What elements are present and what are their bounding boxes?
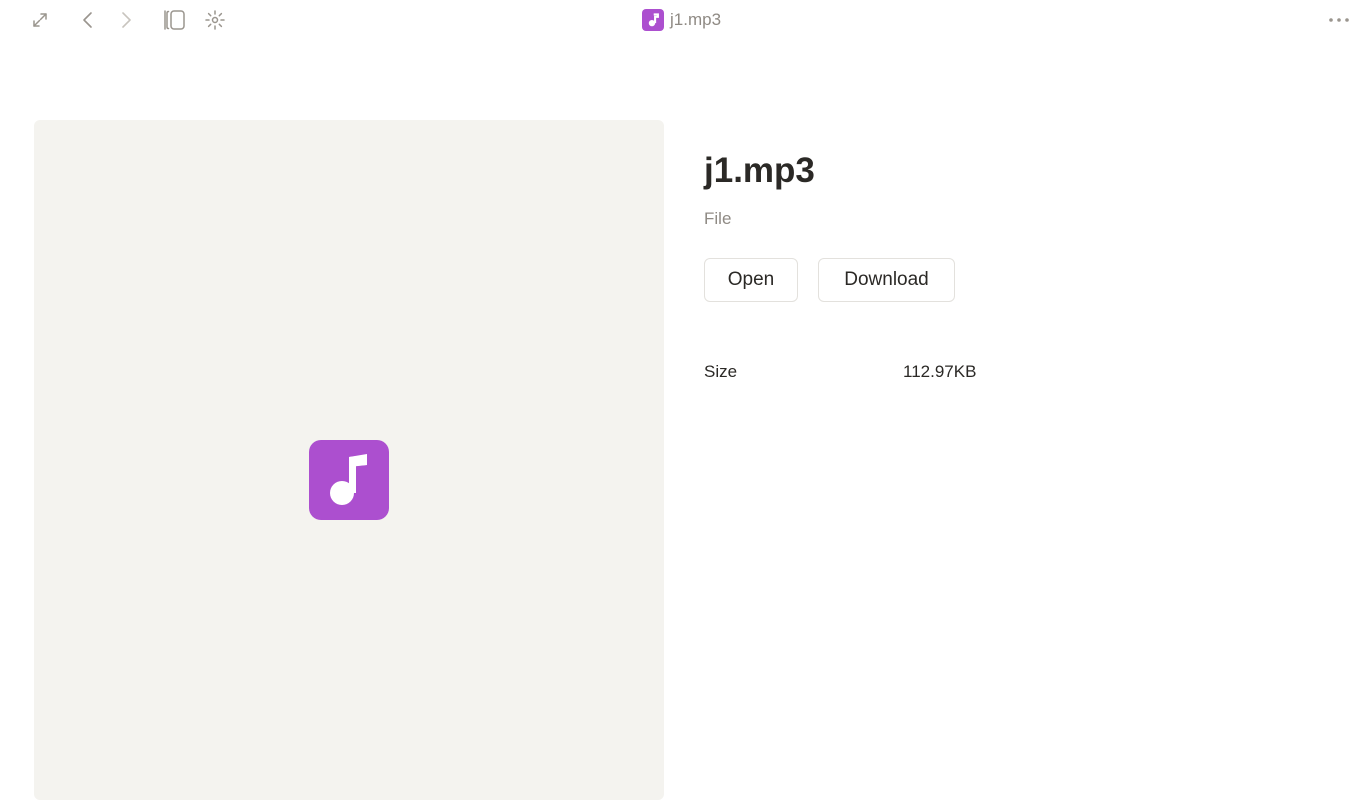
back-icon[interactable] (76, 8, 100, 32)
expand-icon[interactable] (28, 8, 52, 32)
size-value: 112.97KB (903, 362, 977, 381)
window-title: j1.mp3 (642, 8, 721, 32)
file-preview (34, 120, 664, 800)
file-name-heading: j1.mp3 (704, 151, 815, 190)
download-button[interactable]: Download (818, 258, 955, 302)
size-label: Size (704, 362, 738, 381)
music-note-icon (309, 440, 389, 520)
music-note-icon (642, 9, 664, 31)
top-bar: j1.mp3 (0, 0, 1352, 40)
file-kind-label: File (704, 209, 732, 228)
open-button[interactable]: Open (704, 258, 798, 302)
more-icon[interactable] (1327, 8, 1351, 32)
forward-icon[interactable] (114, 8, 138, 32)
sidebar-toggle-icon[interactable] (162, 8, 186, 32)
window-title-text: j1.mp3 (670, 10, 722, 29)
loading-icon[interactable] (203, 8, 227, 32)
